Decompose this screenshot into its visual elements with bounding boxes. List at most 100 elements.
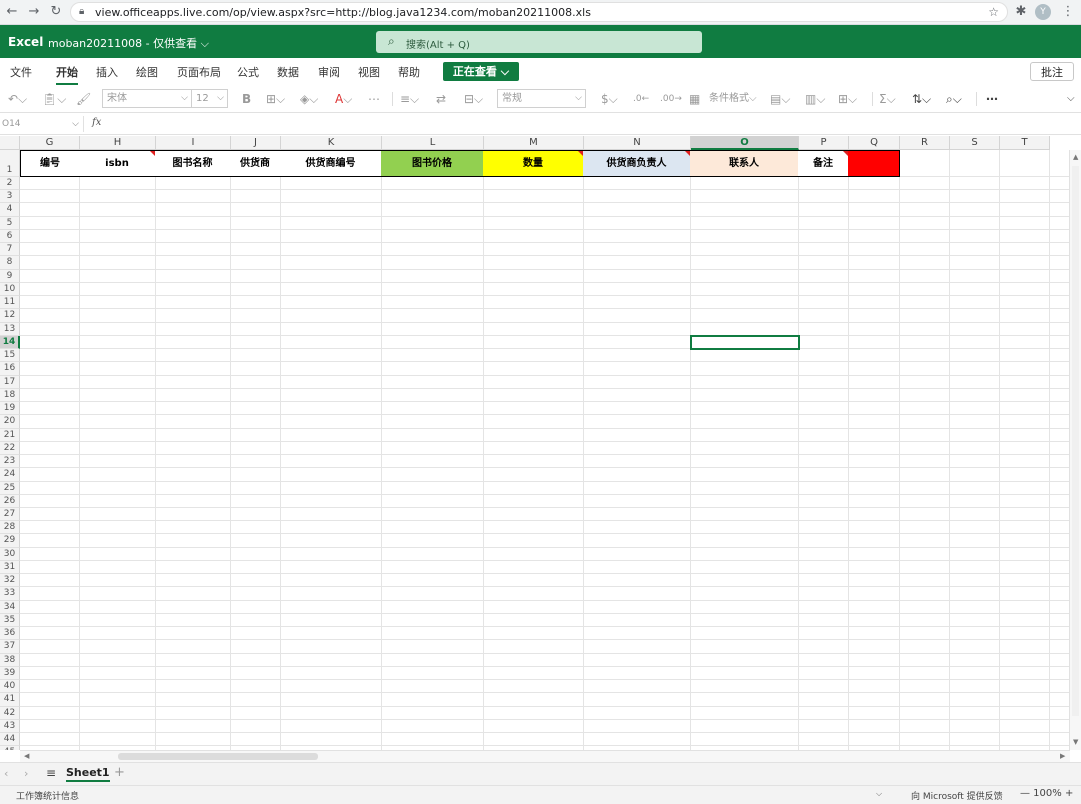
row-header-8[interactable]: 8	[0, 256, 20, 270]
chevron-down-icon[interactable]: ⌵	[1067, 90, 1075, 108]
search-input[interactable]: ⌕ 搜索(Alt + Q)	[376, 31, 702, 53]
bold-icon[interactable]: B	[242, 90, 251, 108]
column-header-q[interactable]: Q	[849, 136, 900, 150]
row-header-44[interactable]: 44	[0, 733, 20, 747]
app-name[interactable]: Excel	[8, 35, 43, 49]
all-sheets-menu-icon[interactable]: ≡	[46, 766, 56, 780]
row-header-6[interactable]: 6	[0, 229, 20, 244]
scroll-right-icon[interactable]: ▶	[1060, 752, 1065, 760]
row-header-20[interactable]: 20	[0, 415, 20, 429]
increase-decimal-icon[interactable]: .0←	[633, 90, 649, 108]
prev-sheet-icon[interactable]: ‹	[4, 767, 8, 780]
header-cell-m[interactable]: 数量	[483, 150, 584, 177]
conditional-format-icon[interactable]: ▦	[689, 90, 700, 108]
more-vert-icon[interactable]: ⋮	[1060, 4, 1076, 20]
row-header-13[interactable]: 13	[0, 322, 20, 336]
column-header-n[interactable]: N	[584, 136, 691, 150]
row-header-25[interactable]: 25	[0, 481, 20, 495]
add-sheet-icon[interactable]: +	[114, 765, 125, 780]
column-header-p[interactable]: P	[799, 136, 849, 150]
tab-view[interactable]: 视图	[358, 64, 380, 80]
undo-icon[interactable]: ↶⌵	[8, 90, 27, 108]
column-header-j[interactable]: J	[231, 136, 281, 150]
row-header-35[interactable]: 35	[0, 613, 20, 628]
reload-icon[interactable]: ↻	[48, 4, 64, 20]
borders-icon[interactable]: ⊞⌵	[266, 90, 285, 108]
row-header-17[interactable]: 17	[0, 375, 20, 389]
workbook-stats[interactable]: 工作簿统计信息	[16, 789, 79, 802]
insert-cells-icon[interactable]: ⊞⌵	[838, 90, 857, 108]
column-header-k[interactable]: K	[281, 136, 382, 150]
row-header-42[interactable]: 42	[0, 706, 20, 720]
row-header-31[interactable]: 31	[0, 560, 20, 575]
more-options-icon[interactable]: ⋯	[986, 90, 998, 108]
zoom-control[interactable]: — 100% +	[1020, 788, 1073, 799]
comments-button[interactable]: 批注	[1030, 62, 1074, 81]
format-painter-icon[interactable]: 🖌︎	[76, 90, 91, 108]
header-cell-k[interactable]: 供货商编号	[280, 150, 382, 177]
column-header-l[interactable]: L	[382, 136, 484, 150]
name-box[interactable]: O14 ⌵	[0, 116, 84, 132]
column-header-o[interactable]: O	[691, 136, 799, 150]
row-header-19[interactable]: 19	[0, 402, 20, 416]
horizontal-scrollbar[interactable]: ◀ ▶	[20, 750, 1070, 762]
row-header-38[interactable]: 38	[0, 653, 20, 667]
column-header-g[interactable]: G	[20, 136, 80, 150]
row-header-37[interactable]: 37	[0, 640, 20, 654]
row-header-29[interactable]: 29	[0, 534, 20, 548]
font-size-select[interactable]: 12 ⌵	[191, 89, 228, 108]
tab-data[interactable]: 数据	[277, 64, 299, 80]
row-header-9[interactable]: 9	[0, 269, 20, 283]
row-header-10[interactable]: 10	[0, 282, 20, 297]
column-header-i[interactable]: I	[156, 136, 231, 150]
sort-filter-icon[interactable]: ⇅⌵	[912, 90, 931, 108]
back-icon[interactable]: ←	[4, 4, 20, 20]
scroll-up-icon[interactable]: ▲	[1073, 153, 1078, 161]
row-header-11[interactable]: 11	[0, 296, 20, 310]
scroll-thumb[interactable]	[1072, 166, 1079, 716]
row-header-36[interactable]: 36	[0, 627, 20, 641]
row-header-3[interactable]: 3	[0, 190, 20, 204]
tab-home[interactable]: 开始	[56, 64, 78, 85]
column-header-t[interactable]: T	[1000, 136, 1050, 150]
header-cell-j[interactable]: 供货商	[230, 150, 281, 177]
star-icon[interactable]: ☆	[988, 5, 999, 19]
extensions-icon[interactable]: ✱	[1013, 4, 1029, 20]
column-header-h[interactable]: H	[80, 136, 156, 150]
header-cell-n[interactable]: 供货商负责人	[583, 150, 691, 177]
row-header-2[interactable]: 2	[0, 177, 20, 191]
row-header-14[interactable]: 14	[0, 335, 20, 350]
tab-draw[interactable]: 绘图	[136, 64, 158, 80]
row-header-39[interactable]: 39	[0, 666, 20, 681]
tab-page-layout[interactable]: 页面布局	[177, 64, 221, 80]
address-bar[interactable]: 🔒︎ view.officeapps.live.com/op/view.aspx…	[70, 2, 1008, 22]
fill-color-icon[interactable]: ◈⌵	[300, 90, 318, 108]
avatar[interactable]: Y	[1035, 4, 1051, 20]
header-cell-g[interactable]: 编号	[20, 150, 80, 177]
row-header-45[interactable]: 45	[0, 746, 20, 750]
row-header-15[interactable]: 15	[0, 349, 20, 363]
header-cell-h[interactable]: isbn	[79, 150, 156, 177]
scroll-left-icon[interactable]: ◀	[24, 752, 29, 760]
tab-formulas[interactable]: 公式	[237, 64, 259, 80]
tab-insert[interactable]: 插入	[96, 64, 118, 80]
column-header-r[interactable]: R	[900, 136, 950, 150]
row-header-26[interactable]: 26	[0, 494, 20, 508]
table-format-icon[interactable]: ▤⌵	[770, 90, 790, 108]
row-header-43[interactable]: 43	[0, 719, 20, 734]
doc-title[interactable]: moban20211008 - 仅供查看 ⌵	[48, 35, 209, 51]
row-header-22[interactable]: 22	[0, 441, 20, 456]
row-header-28[interactable]: 28	[0, 521, 20, 535]
select-all-corner[interactable]	[0, 136, 20, 150]
row-header-16[interactable]: 16	[0, 362, 20, 376]
spreadsheet-grid[interactable]: G H I J K L M N O P Q R S T 1 2 3 4 5 6 7 8 9 10 11 12 13 14 15 16 17 1…	[0, 136, 1081, 750]
scroll-thumb[interactable]	[118, 753, 318, 760]
row-header-7[interactable]: 7	[0, 243, 20, 257]
align-icon[interactable]: ≡⌵	[400, 90, 419, 108]
row-header-5[interactable]: 5	[0, 216, 20, 230]
column-header-s[interactable]: S	[950, 136, 1000, 150]
paste-icon[interactable]: 📋︎⌵	[42, 90, 66, 108]
column-header-m[interactable]: M	[484, 136, 584, 150]
next-sheet-icon[interactable]: ›	[24, 767, 28, 780]
row-header-27[interactable]: 27	[0, 508, 20, 522]
